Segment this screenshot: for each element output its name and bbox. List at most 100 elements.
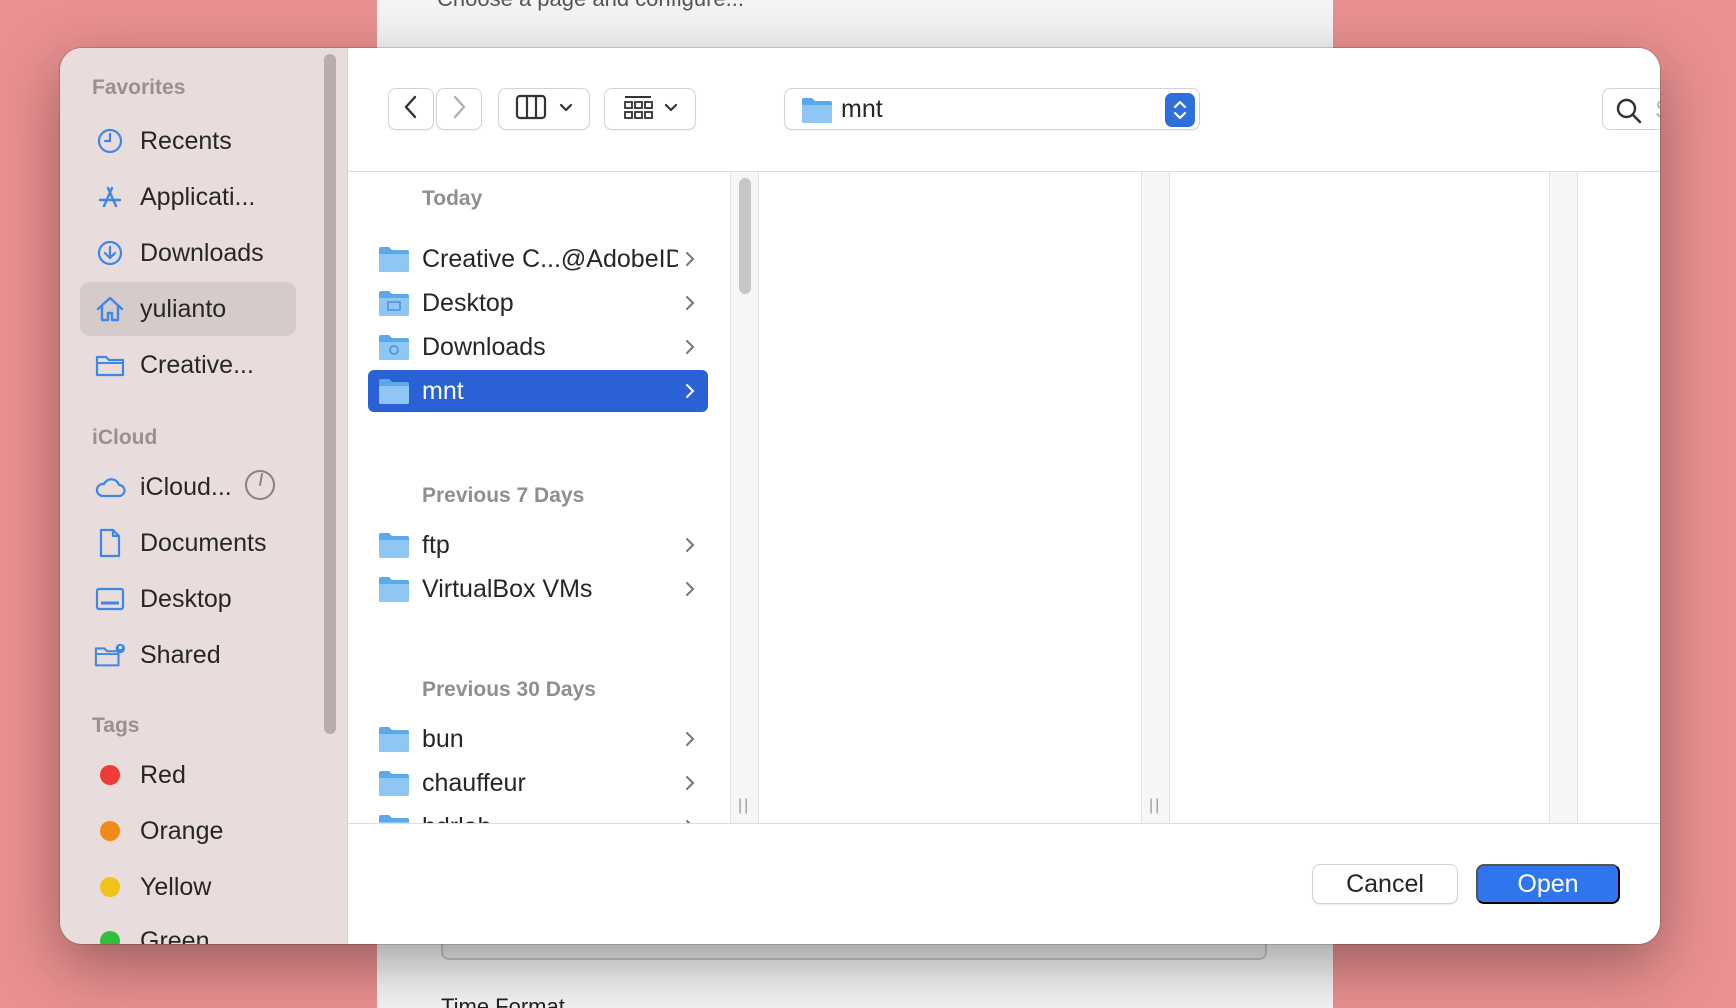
background-top-text: Choose a page and configure... (437, 0, 744, 12)
sidebar-item-label: Shared (140, 640, 221, 669)
sidebar-item-label: Desktop (140, 584, 232, 613)
document-icon (94, 527, 126, 559)
list-item[interactable]: ftp (368, 524, 708, 566)
search-field[interactable] (1602, 88, 1660, 130)
item-label: Desktop (422, 288, 514, 317)
tag-dot-icon (94, 871, 126, 903)
background-bottom-text: Time Format (441, 994, 565, 1008)
dialog-footer: Cancel Open (348, 824, 1660, 944)
browser-column-3 (1170, 172, 1550, 823)
location-popup[interactable]: mnt (784, 88, 1200, 130)
open-button[interactable]: Open (1476, 864, 1620, 904)
browser-column-1: Today Creative C...@AdobeID Desktop Down… (348, 172, 731, 823)
adobe-folder-icon (378, 244, 412, 274)
view-mode-button[interactable] (498, 88, 590, 130)
grid-group-icon (622, 93, 654, 126)
location-label: mnt (841, 95, 883, 123)
sidebar-item-desktop[interactable]: Desktop (80, 572, 296, 626)
sidebar-item-label: Recents (140, 126, 232, 155)
list-item[interactable]: Downloads (368, 326, 708, 368)
section-title-favorites: Favorites (92, 76, 186, 99)
chevron-right-icon (678, 775, 702, 791)
sidebar-item-applications[interactable]: Applicati... (80, 170, 296, 224)
list-item[interactable]: chauffeur (368, 762, 708, 804)
section-title-icloud: iCloud (92, 426, 158, 449)
list-item-selected[interactable]: mnt (368, 370, 708, 412)
sidebar-item-shared[interactable]: Shared (80, 628, 296, 682)
folder-icon (378, 724, 412, 754)
downloads-folder-icon (378, 332, 412, 362)
back-button[interactable] (388, 88, 434, 130)
chevron-left-icon (403, 94, 419, 125)
download-icon (94, 237, 126, 269)
tag-red[interactable]: Red (80, 748, 296, 802)
search-input[interactable] (1655, 93, 1660, 127)
clock-icon (94, 125, 126, 157)
sidebar-item-documents[interactable]: Documents (80, 516, 296, 570)
item-label: bun (422, 724, 464, 753)
chevron-right-icon (678, 383, 702, 399)
group-by-button[interactable] (604, 88, 696, 130)
sidebar-item-recents[interactable]: Recents (80, 114, 296, 168)
sidebar-item-downloads[interactable]: Downloads (80, 226, 296, 280)
open-file-dialog: Favorites Recents Applicati... Downloads… (60, 48, 1660, 944)
scroll-thumb[interactable] (739, 178, 751, 294)
sidebar-item-yulianto[interactable]: yulianto (80, 282, 296, 336)
section-title-tags: Tags (92, 714, 140, 737)
list-item[interactable]: bun (368, 718, 708, 760)
sidebar-item-label: Downloads (140, 238, 264, 267)
group-title: Previous 7 Days (422, 484, 585, 507)
folder-icon (378, 812, 412, 823)
sidebar-item-label: iCloud... (140, 472, 232, 501)
toolbar: mnt (348, 48, 1660, 172)
folder-icon (378, 376, 412, 406)
folder-icon (378, 530, 412, 560)
chevron-right-icon (678, 819, 702, 823)
item-label: mnt (422, 376, 464, 405)
item-label: ftp (422, 530, 450, 559)
folder-icon (94, 349, 126, 381)
chevron-right-icon (678, 537, 702, 553)
search-icon (1615, 97, 1643, 130)
tag-yellow[interactable]: Yellow (80, 860, 296, 914)
group-title: Today (422, 187, 483, 210)
up-down-chevron-icon (1165, 93, 1195, 127)
column-browser: Today Creative C...@AdobeID Desktop Down… (348, 172, 1660, 824)
sidebar-item-label: Documents (140, 528, 267, 557)
cancel-button[interactable]: Cancel (1312, 864, 1458, 904)
column-resize-handle[interactable]: || (738, 797, 750, 815)
item-label: Creative C...@AdobeID (422, 244, 678, 273)
item-label: Downloads (422, 332, 546, 361)
chevron-right-icon (678, 295, 702, 311)
tag-orange[interactable]: Orange (80, 804, 296, 858)
list-item[interactable]: Desktop (368, 282, 708, 324)
chevron-right-icon (678, 581, 702, 597)
folder-icon (801, 96, 833, 129)
forward-button[interactable] (436, 88, 482, 130)
column-1-scrollbar[interactable]: || (731, 172, 759, 823)
browser-column-2 (759, 172, 1142, 823)
tag-label: Yellow (140, 872, 212, 901)
list-item[interactable]: Creative C...@AdobeID (368, 238, 708, 280)
applications-icon (94, 181, 126, 213)
tag-green[interactable]: Green (80, 914, 296, 944)
sidebar-item-icloud-drive[interactable]: iCloud... (80, 460, 320, 514)
sidebar-item-creative[interactable]: Creative... (80, 338, 296, 392)
chevron-down-icon (559, 100, 573, 118)
column-resize-handle[interactable]: || (1149, 797, 1161, 815)
list-item[interactable]: VirtualBox VMs (368, 568, 708, 610)
column-3-scrollbar[interactable] (1550, 172, 1578, 823)
cloud-icon (94, 471, 126, 503)
chevron-right-icon (451, 94, 467, 125)
columns-view-icon (515, 94, 549, 125)
home-icon (94, 293, 126, 325)
sidebar-scrollbar[interactable] (324, 54, 336, 734)
shared-folder-icon (94, 639, 126, 671)
column-2-scrollbar[interactable]: || (1142, 172, 1170, 823)
item-label: VirtualBox VMs (422, 574, 593, 603)
sidebar-item-label: yulianto (140, 294, 227, 323)
tag-dot-icon (94, 815, 126, 847)
item-label: chauffeur (422, 768, 526, 797)
list-item[interactable]: hdrlab (368, 806, 708, 823)
tag-label: Red (140, 760, 186, 789)
